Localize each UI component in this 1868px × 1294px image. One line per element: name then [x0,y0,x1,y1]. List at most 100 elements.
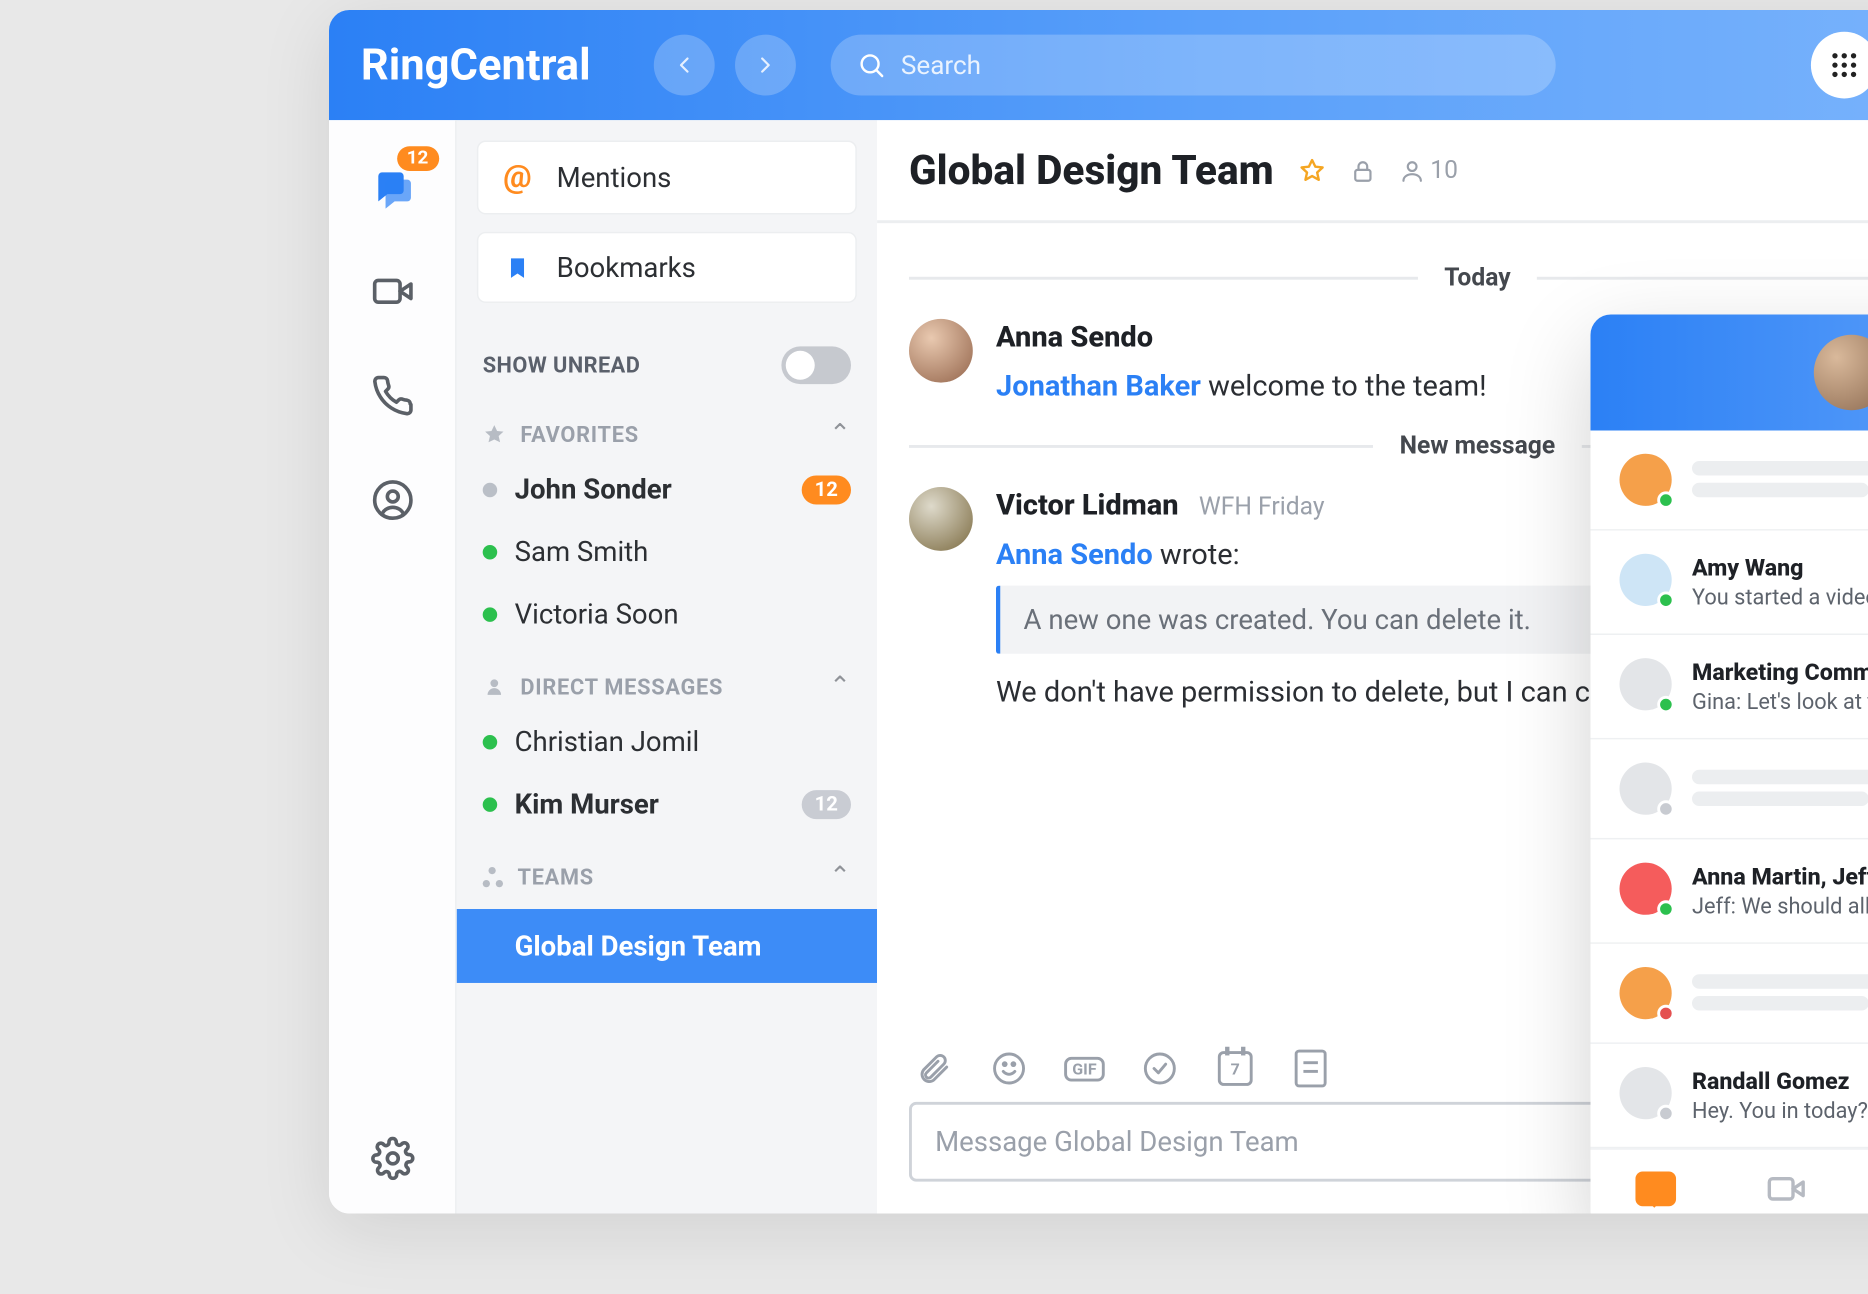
contact-name: Kim Murser [515,787,659,820]
mobile-tab-video[interactable] [1757,1164,1815,1213]
section-dm-title: DIRECT MESSAGES [520,673,723,699]
phone-icon [370,374,414,418]
mobile-conversation-row[interactable]: Randall GomezHey. You in today? [1591,1044,1868,1148]
section-dm-header[interactable]: DIRECT MESSAGES ⌃ [457,645,878,710]
mobile-tab-bar [1591,1148,1868,1213]
section-favorites-title: FAVORITES [520,421,638,447]
message-avatar[interactable] [909,487,973,551]
sidebar-mentions[interactable]: @ Mentions [477,141,857,215]
rail-phone[interactable] [366,370,418,422]
mobile-conversation-row[interactable] [1591,739,1868,839]
gear-icon [370,1137,414,1181]
star-icon [483,423,506,446]
sidebar-bookmarks[interactable]: Bookmarks [477,232,857,303]
team-global-design-team[interactable]: Global Design Team [457,909,878,983]
teams-icon [483,866,503,886]
gif-button[interactable]: GIF [1066,1050,1104,1088]
presence-indicator [1657,900,1674,917]
mobile-avatar [1620,967,1672,1019]
attach-button[interactable] [915,1050,953,1088]
chat-title: Global Design Team [909,146,1274,194]
contact-name: Christian Jomil [515,725,700,758]
message-subtitle: WFH Friday [1199,493,1325,522]
skeleton-line [1692,996,1868,1011]
mobile-conversation-row[interactable] [1591,944,1868,1044]
dm-christian-jomil[interactable]: Christian Jomil [457,710,878,772]
dialpad-button[interactable] [1811,32,1868,99]
search-input[interactable] [901,50,1530,80]
mobile-avatar [1620,554,1672,606]
presence-indicator [1657,591,1674,608]
presence-indicator [1657,491,1674,508]
gif-icon: GIF [1064,1056,1106,1081]
contact-name: Sam Smith [515,535,649,568]
rail-contacts[interactable] [366,474,418,526]
contacts-icon [370,478,414,521]
member-count[interactable]: 10 [1398,156,1458,185]
mobile-conversation-row[interactable]: Amy WangYou started a video call [1591,531,1868,635]
presence-dot [483,482,498,497]
mobile-row-name: Amy Wang [1692,554,1868,582]
skeleton-line [1692,461,1868,476]
chat-icon [370,165,414,209]
task-button[interactable] [1141,1050,1179,1088]
presence-dot [483,607,498,622]
mobile-row-sub: You started a video call [1692,584,1868,610]
nav-forward-button[interactable] [736,35,797,96]
favorite-star-button[interactable] [1297,156,1326,185]
mobile-row-name: Marketing Comms [1692,658,1868,686]
show-unread-label: SHOW UNREAD [483,352,641,378]
presence-dot [483,734,498,749]
at-icon: @ [502,159,534,195]
section-favorites-header[interactable]: FAVORITES ⌃ [457,393,878,458]
mobile-avatar [1620,763,1672,815]
favorite-sam-smith[interactable]: Sam Smith [457,520,878,582]
mention-link[interactable]: Anna Sendo [996,536,1153,571]
mobile-avatar [1620,1067,1672,1119]
mobile-row-sub: Gina: Let's look at the report [1692,689,1868,715]
mobile-row-name: Randall Gomez [1692,1067,1868,1095]
unread-badge: 12 [802,475,851,504]
chevron-up-icon: ⌃ [829,861,851,891]
rail-chat[interactable]: 12 [366,161,418,213]
presence-indicator [1657,800,1674,817]
presence-indicator [1657,1105,1674,1122]
app-window: RingCentral 12 [329,10,1868,1214]
skeleton-line [1692,483,1868,498]
search-icon [857,51,886,80]
mobile-tab-chat[interactable] [1627,1164,1685,1213]
calendar-button[interactable]: 7 [1216,1050,1254,1088]
presence-indicator [1657,696,1674,713]
app-header: RingCentral [329,10,1868,120]
rail-settings[interactable] [366,1132,418,1184]
sidebar: @ Mentions Bookmarks SHOW UNREAD FAVORIT… [457,120,878,1213]
message-author[interactable]: Victor Lidman [996,487,1179,522]
mobile-profile-avatar[interactable] [1814,335,1868,410]
calendar-icon: 7 [1218,1051,1253,1086]
message-avatar[interactable] [909,319,973,383]
chat-header: Global Design Team 10 [877,120,1868,223]
favorite-john-sonder[interactable]: John Sonder 12 [457,458,878,520]
mobile-header [1591,315,1868,431]
video-icon [370,270,414,314]
mobile-conversation-row[interactable] [1591,431,1868,531]
mobile-conversation-row[interactable]: Anna Martin, Jeff MiddletonJeff: We shou… [1591,839,1868,943]
chevron-up-icon: ⌃ [829,671,851,701]
show-unread-toggle[interactable] [781,346,851,384]
favorite-victoria-soon[interactable]: Victoria Soon [457,583,878,645]
search-field[interactable] [831,35,1556,96]
nav-back-button[interactable] [654,35,715,96]
skeleton-line [1692,770,1868,785]
date-divider: Today [909,264,1868,293]
section-teams-header[interactable]: TEAMS ⌃ [457,835,878,900]
mobile-preview-window: Amy WangYou started a video callMarketin… [1591,315,1868,1214]
dm-kim-murser[interactable]: Kim Murser 12 [457,773,878,835]
message-author[interactable]: Anna Sendo [996,319,1153,354]
mention-link[interactable]: Jonathan Baker [996,368,1201,403]
presence-dot [483,544,498,559]
note-button[interactable] [1292,1050,1330,1088]
rail-video[interactable] [366,265,418,317]
mobile-conversation-row[interactable]: Marketing Comms Gina: Let's look at the r… [1591,635,1868,739]
emoji-button[interactable] [990,1050,1028,1088]
mobile-avatar [1620,658,1672,710]
